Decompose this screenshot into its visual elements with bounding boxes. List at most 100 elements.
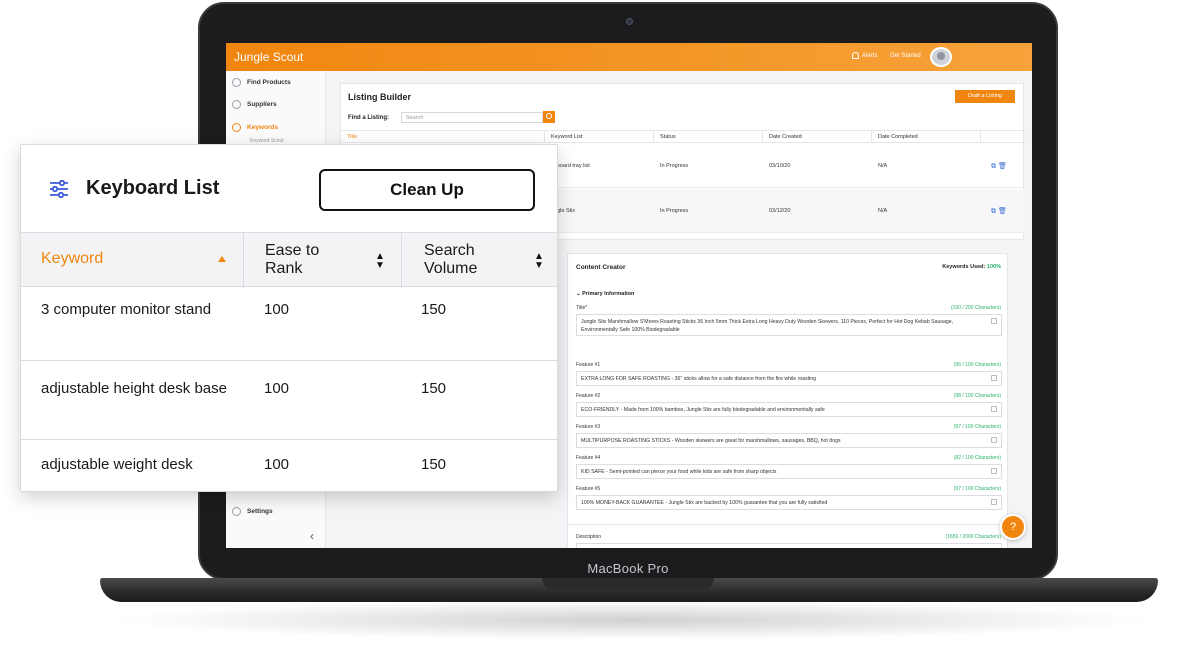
section-label: Primary Information <box>582 291 635 297</box>
keyword-list-card: Keyboard List Clean Up Keyword Ease to R… <box>20 144 558 492</box>
search-icon <box>232 77 241 87</box>
column-header-title[interactable]: Title <box>341 131 545 143</box>
row-status: In Progress <box>660 163 689 169</box>
column-header-date-created[interactable]: Date Created <box>763 131 872 143</box>
feature-3-field[interactable]: MULTIPURPOSE ROASTING STICKS - Wooden sk… <box>576 433 1002 448</box>
field-label: Title* <box>576 305 588 311</box>
field-label: Feature #5 <box>576 486 601 492</box>
field-text: Jungle Stix Marshmallow S'Mores Roasting… <box>581 319 954 333</box>
keyword-list-fragment <box>346 491 556 507</box>
volume-cell: 150 <box>421 380 447 397</box>
find-listing-label: Find a Listing: <box>348 115 389 121</box>
column-header-ease-to-rank[interactable]: Ease to Rank ▲ ▼ <box>243 233 402 288</box>
chevron-left-icon[interactable]: ‹ <box>310 529 314 543</box>
table-header: Title Keyword List Status Date Created D… <box>341 130 1025 143</box>
copy-icon[interactable]: ⧉ <box>991 163 996 170</box>
column-header-keyword[interactable]: Keyword <box>21 233 243 288</box>
table-row[interactable]: 3 computer monitor stand 100 150 <box>21 287 557 361</box>
keyword-cell: 3 computer monitor stand <box>41 301 212 318</box>
char-count: (97 / 100 Characters) <box>953 424 1001 430</box>
tag-icon <box>232 99 241 109</box>
help-button[interactable]: ? <box>1000 514 1026 540</box>
column-header-status[interactable]: Status <box>654 131 763 143</box>
sidebar-item-label: Suppliers <box>247 100 277 108</box>
row-date-completed: N/A <box>878 163 888 169</box>
key-icon <box>232 122 241 132</box>
laptop-notch <box>542 578 714 590</box>
ease-cell: 100 <box>264 456 290 473</box>
table-row[interactable]: adjustable height desk base 100 150 <box>21 361 557 440</box>
copy-icon[interactable] <box>991 406 997 412</box>
column-header-keyword-list[interactable]: Keyword List <box>545 131 654 143</box>
row-date-created: 03/12/20 <box>769 208 791 214</box>
keyword-cell: adjustable weight desk <box>41 456 193 473</box>
laptop-shadow <box>108 600 1156 640</box>
feature-4-field[interactable]: KID SAFE - Semi-pointed can pierce your … <box>576 464 1002 479</box>
divider <box>568 524 1009 525</box>
row-status: In Progress <box>660 208 689 214</box>
copy-icon[interactable] <box>991 318 997 324</box>
sort-icon: ▲ ▼ <box>534 251 544 271</box>
sort-icon: ▲ ▼ <box>375 251 385 271</box>
page-title: Listing Builder <box>348 92 411 102</box>
sidebar-item-label: Find Products <box>247 78 291 86</box>
trash-icon[interactable]: 🗑 <box>998 163 1007 170</box>
table-row[interactable]: adjustable weight desk 100 150 <box>21 440 557 491</box>
app-logo[interactable]: Jungle Scout <box>234 50 303 64</box>
keyword-cell: adjustable height desk base <box>41 380 227 397</box>
field-text: ECO-FRIENDLY - Made from 100% bamboo, Ju… <box>581 407 825 413</box>
trash-icon[interactable]: 🗑 <box>998 208 1007 215</box>
feature-1-field[interactable]: EXTRA LONG FOR SAFE ROASTING - 36" stick… <box>576 371 1002 386</box>
field-label: Feature #4 <box>576 455 601 461</box>
row-date-created: 03/10/20 <box>769 163 791 169</box>
char-count: (82 / 100 Characters) <box>953 455 1001 461</box>
ease-cell: 100 <box>264 301 290 318</box>
char-count: (97 / 100 Characters) <box>953 486 1001 492</box>
avatar[interactable] <box>930 47 952 67</box>
description-field[interactable] <box>576 543 1002 548</box>
field-text: MULTIPURPOSE ROASTING STICKS - Wooden sk… <box>581 438 841 444</box>
filter-icon[interactable] <box>49 180 69 198</box>
volume-cell: 150 <box>421 456 447 473</box>
feature-2-field[interactable]: ECO-FRIENDLY - Made from 100% bamboo, Ju… <box>576 402 1002 417</box>
content-creator-card: Content Creator Keywords Used: 100% ⌄ Pr… <box>567 253 1009 548</box>
sidebar-item-label: Keywords <box>247 123 279 131</box>
column-label: Search Volume <box>424 242 478 277</box>
primary-information-toggle[interactable]: ⌄ Primary Information <box>576 291 634 297</box>
bell-icon <box>852 52 859 59</box>
clean-up-button[interactable]: Clean Up <box>319 169 535 211</box>
column-header-date-completed[interactable]: Date Completed <box>872 131 981 143</box>
keywords-used: Keywords Used: 100% <box>942 264 1001 270</box>
sidebar-item-keywords[interactable]: Keywords <box>232 120 278 134</box>
copy-icon[interactable] <box>991 468 997 474</box>
row-date-completed: N/A <box>878 208 888 214</box>
feature-5-field[interactable]: 100% MONEY-BACK GUARANTEE - Jungle Stix … <box>576 495 1002 510</box>
sidebar-item-suppliers[interactable]: Suppliers <box>232 97 277 111</box>
field-label: Feature #1 <box>576 362 601 368</box>
copy-icon[interactable] <box>991 499 997 505</box>
laptop-brand-label: MacBook Pro <box>587 561 669 576</box>
column-label: Ease to Rank <box>265 242 320 277</box>
field-label: Feature #2 <box>576 393 601 399</box>
keywords-used-label: Keywords Used: <box>942 264 986 270</box>
sidebar-item-find-products[interactable]: Find Products <box>232 75 291 89</box>
copy-icon[interactable]: ⧉ <box>991 208 996 215</box>
gear-icon <box>232 506 241 516</box>
copy-icon[interactable] <box>991 375 997 381</box>
search-button[interactable] <box>543 111 555 123</box>
field-text: KID SAFE - Semi-pointed can pierce your … <box>581 469 777 475</box>
table-header: Keyword Ease to Rank ▲ ▼ Search Volume ▲ ▼ <box>21 232 557 288</box>
title-field[interactable]: Jungle Stix Marshmallow S'Mores Roasting… <box>576 314 1002 336</box>
copy-icon[interactable] <box>991 437 997 443</box>
alerts-link[interactable]: Alerts <box>852 52 877 59</box>
sidebar-item-settings[interactable]: Settings <box>232 504 273 518</box>
sidebar-item-label: Settings <box>247 507 273 515</box>
row-actions: ⧉ 🗑 <box>991 207 1007 216</box>
char-count: (96 / 100 Characters) <box>953 362 1001 368</box>
search-input[interactable]: Search <box>401 112 543 123</box>
column-header-search-volume[interactable]: Search Volume ▲ ▼ <box>401 233 557 288</box>
row-actions: ⧉ 🗑 <box>991 162 1007 171</box>
draft-listing-button[interactable]: Draft a Listing <box>955 90 1015 103</box>
keywords-used-value: 100% <box>986 264 1001 270</box>
get-started-link[interactable]: Get Started <box>890 53 921 59</box>
